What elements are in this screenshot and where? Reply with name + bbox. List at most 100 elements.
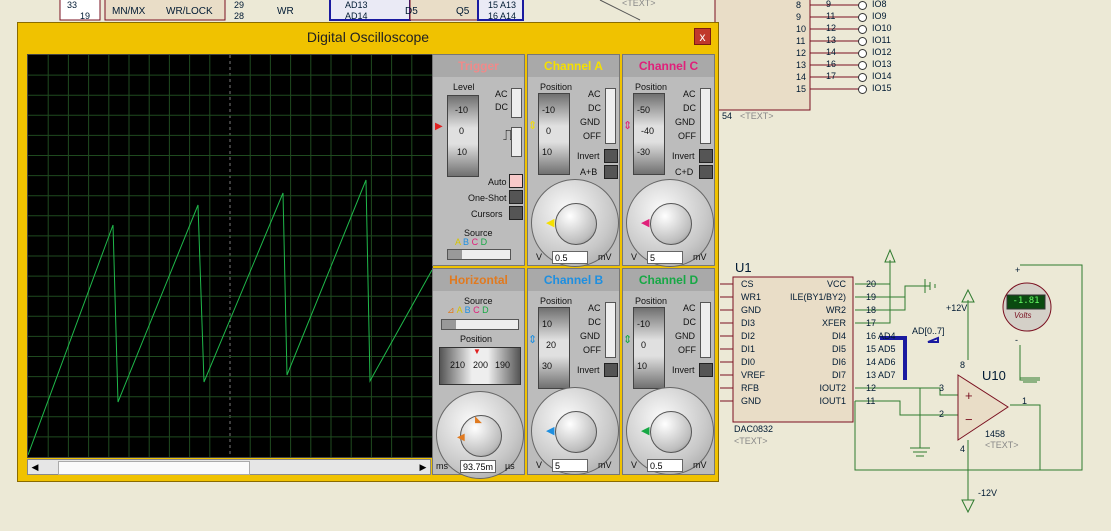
io-pin-label: IO12	[872, 47, 892, 57]
io-pin-terminal[interactable]	[858, 61, 867, 70]
channel-d-coupling-switch[interactable]	[700, 302, 711, 358]
u1-pin-number: 20	[866, 279, 877, 289]
close-button[interactable]: x	[694, 28, 711, 45]
channel-a-panel: Channel A Position -10 0 10 ⇕ AC DC GND OFF Invert…	[527, 54, 620, 267]
u1-right-pin: DI7	[831, 370, 846, 380]
horizontal-unit-us: µs	[505, 461, 515, 471]
channel-d-dc: DC	[683, 317, 696, 327]
u1-left-pin: GND	[741, 305, 761, 315]
channel-b-title: Channel B	[528, 269, 619, 291]
opamp-minus: −	[965, 412, 973, 427]
io-pin-label: IO13	[872, 59, 892, 69]
oscilloscope-window[interactable]: Digital Oscilloscope x ◀ ▶ Trigger Level…	[17, 22, 719, 482]
channel-a-invert-button[interactable]	[604, 149, 618, 163]
horizontal-value-field[interactable]: 93.75m	[460, 460, 496, 473]
u1-left-pin: CS	[741, 279, 754, 289]
label-q5: Q5	[456, 6, 470, 17]
u1-left-pin: RFB	[741, 383, 759, 393]
supply-arrow-neg	[961, 499, 975, 514]
scroll-thumb[interactable]	[58, 461, 250, 475]
channel-c-coupling-switch[interactable]	[700, 88, 711, 144]
io-pin-terminal[interactable]	[858, 73, 867, 82]
u1-right-pin: ILE(BY1/BY2)	[789, 292, 846, 302]
channel-b-value-field[interactable]: 5	[552, 459, 588, 472]
oscilloscope-title: Digital Oscilloscope	[306, 29, 430, 45]
io-pin-label: IO10	[872, 23, 892, 33]
channel-b-unit-mv: mV	[598, 460, 612, 470]
label-wr: WR	[277, 6, 294, 17]
label-ad13: AD13	[345, 0, 368, 10]
trigger-scale-0: -10	[455, 105, 469, 115]
io-pin-number: 8	[796, 0, 802, 10]
io-pin-terminal[interactable]	[858, 1, 867, 10]
channel-c-position-label: Position	[635, 82, 668, 92]
scroll-right-icon[interactable]: ▶	[416, 460, 430, 474]
io-pin-label: IO15	[872, 83, 892, 93]
label-d5: D5	[405, 6, 418, 17]
io-pin-index: 16	[826, 59, 837, 69]
channel-b-coupling-switch[interactable]	[605, 302, 616, 358]
trigger-oneshot-button[interactable]	[509, 190, 523, 204]
channel-b-invert-button[interactable]	[604, 363, 618, 377]
trigger-coupling-switch[interactable]	[511, 88, 522, 118]
channel-a-ac: AC	[588, 89, 601, 99]
u1-pin-number: 15 AD5	[866, 344, 896, 354]
u1-right-pin: IOUT1	[819, 396, 846, 406]
label-mnmx: MN/MX	[112, 6, 146, 17]
horizontal-source-slider[interactable]	[441, 319, 519, 330]
voltmeter-reading: -1.81	[1012, 296, 1040, 306]
hknob-left-icon: ◀	[457, 432, 465, 443]
u10-part: 1458	[985, 429, 1006, 439]
channel-c-value-field[interactable]: 5	[647, 251, 683, 264]
hpos-scale-2: 190	[495, 360, 511, 370]
io-pin-terminal[interactable]	[858, 37, 867, 46]
channel-a-sum-label: A+B	[580, 167, 598, 177]
u1-pin-number: 11	[866, 396, 876, 406]
trigger-ac: AC	[495, 89, 508, 99]
channel-c-title: Channel C	[623, 55, 714, 77]
io-pin-terminal[interactable]	[858, 49, 867, 58]
channel-c-invert-button[interactable]	[699, 149, 713, 163]
trigger-level-label: Level	[453, 82, 475, 92]
io-pin-index: 11	[826, 11, 836, 21]
hpos-scale-0: 210	[450, 360, 466, 370]
channel-a-value-field[interactable]: 0.5	[552, 251, 588, 264]
u10-pin4: 4	[960, 444, 966, 454]
channel-d-value-field[interactable]: 0.5	[647, 459, 683, 472]
voltmeter-minus: -	[1015, 335, 1018, 345]
trigger-auto-button[interactable]	[509, 174, 523, 188]
channel-d-unit-mv: mV	[693, 460, 707, 470]
trigger-source-slider[interactable]	[447, 249, 511, 260]
channel-d-gnd: GND	[675, 331, 695, 341]
trigger-edge-switch[interactable]	[511, 127, 522, 157]
io-pin-label: IO8	[872, 0, 887, 9]
channel-c-scale-1: -40	[641, 126, 655, 136]
label-ad14: AD14	[345, 11, 368, 21]
io-pin-index: 14	[826, 47, 837, 57]
io-pin-terminal[interactable]	[858, 13, 867, 22]
trigger-source-letters: A B C D	[455, 237, 488, 247]
u10-pin3: 3	[939, 383, 945, 393]
channel-a-coupling-switch[interactable]	[605, 88, 616, 144]
trigger-cursors-button[interactable]	[509, 206, 523, 220]
u1-pin-number: 19	[866, 292, 877, 302]
u1-pin-number: 13 AD7	[866, 370, 896, 380]
channel-b-unit-v: V	[536, 460, 543, 470]
trigger-auto-label: Auto	[488, 177, 507, 187]
channel-d-invert-button[interactable]	[699, 363, 713, 377]
u1-pin-number: 14 AD6	[866, 357, 896, 367]
channel-a-unit-mv: mV	[598, 252, 612, 262]
horizontal-title: Horizontal	[433, 269, 524, 291]
scroll-left-icon[interactable]: ◀	[28, 460, 42, 474]
io-pin-terminal[interactable]	[858, 85, 867, 94]
label-a14: 16 A14	[488, 11, 517, 21]
channel-c-sum-label: C+D	[675, 167, 694, 177]
channel-a-sum-button[interactable]	[604, 165, 618, 179]
horizontal-scrollbar[interactable]: ◀ ▶	[27, 459, 431, 475]
channel-c-sum-button[interactable]	[699, 165, 713, 179]
channel-c-scale-0: -50	[637, 105, 651, 115]
channel-b-off: OFF	[583, 345, 601, 355]
u1-right-pin: VCC	[826, 279, 846, 289]
io-pin-terminal[interactable]	[858, 25, 867, 34]
bus-label: AD[0..7]	[912, 326, 945, 336]
